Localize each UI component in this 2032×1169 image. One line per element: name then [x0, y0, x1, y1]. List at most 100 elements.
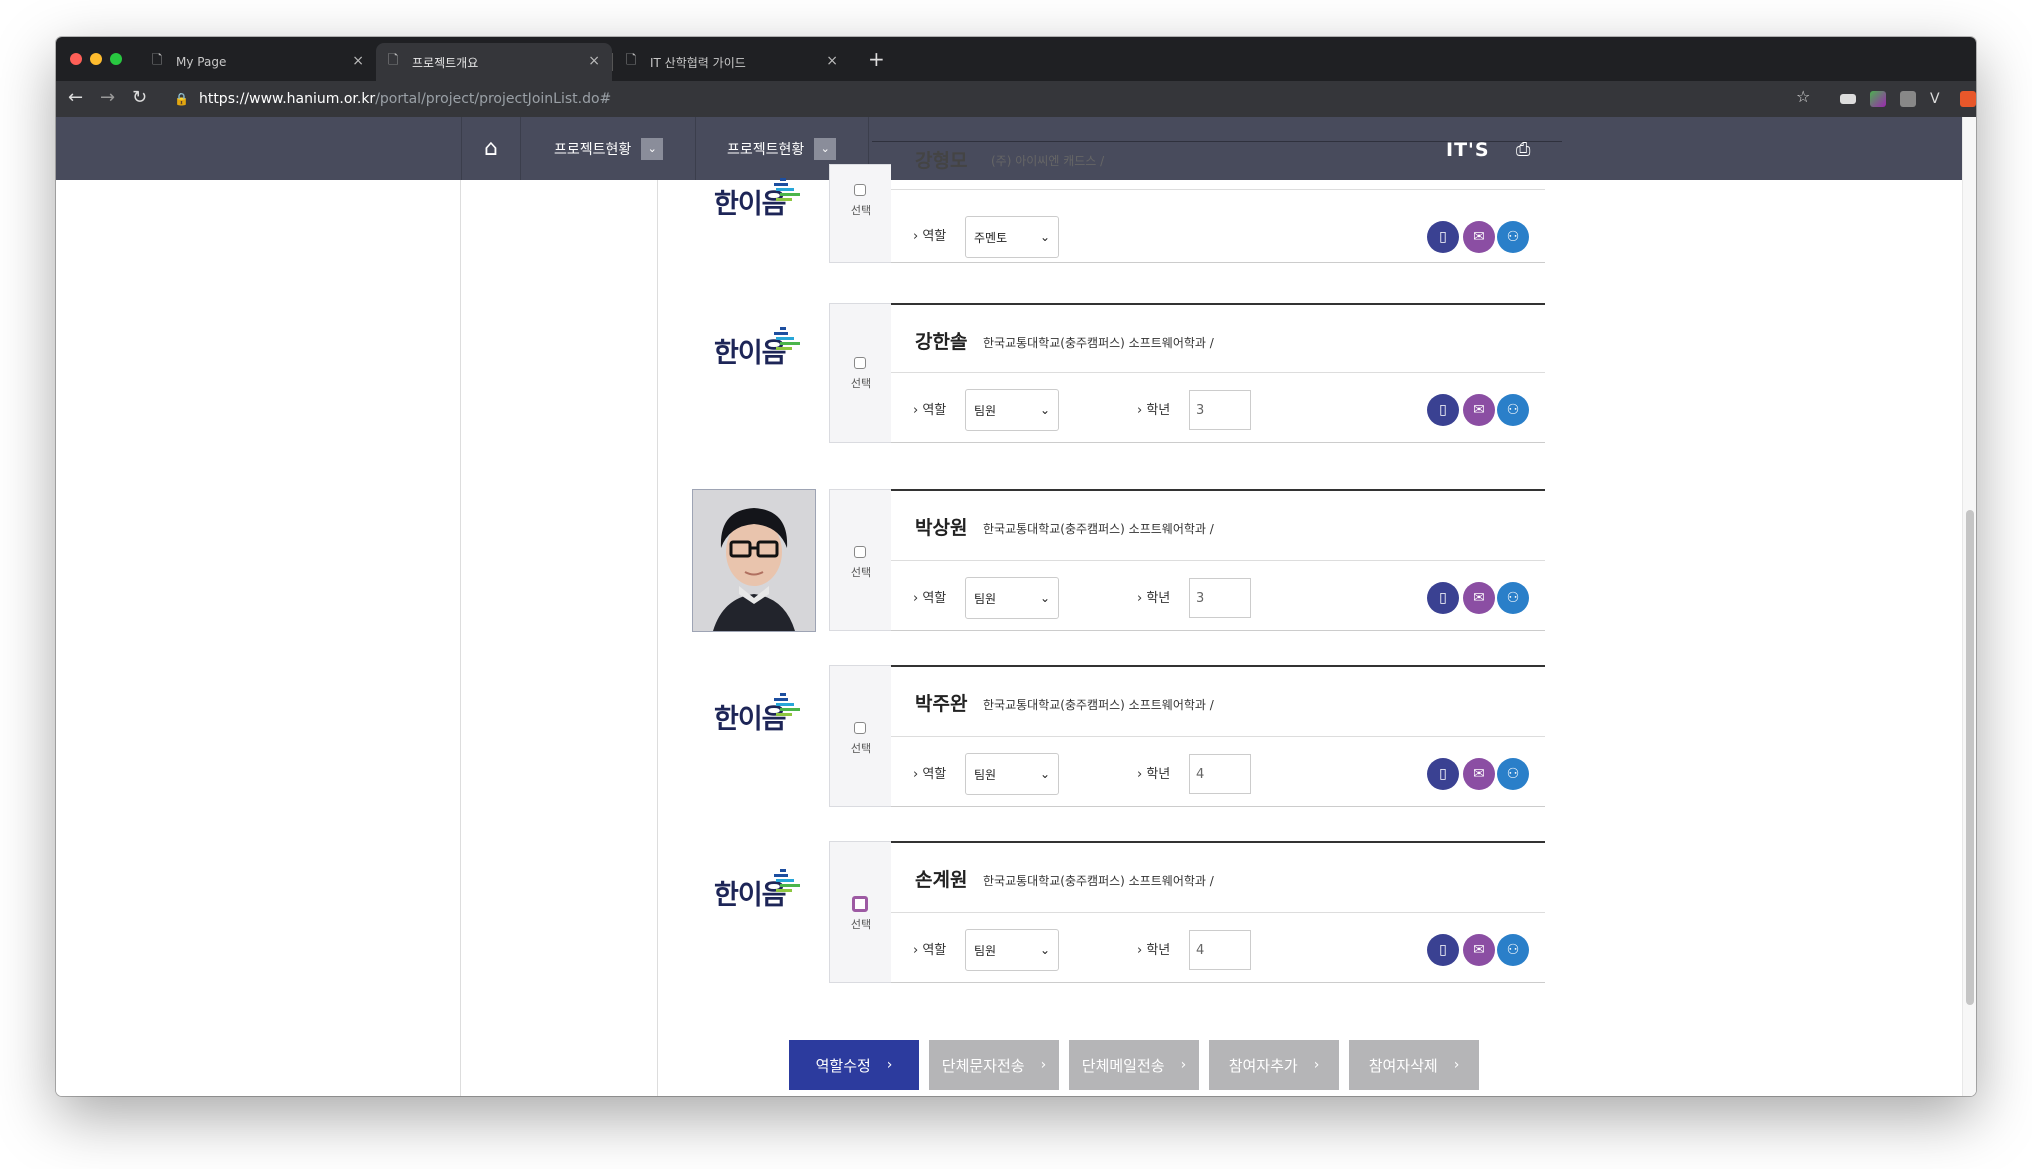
reload-icon[interactable]: ↻	[132, 87, 147, 108]
home-button[interactable]: ⌂	[461, 117, 521, 180]
tab-my-page[interactable]: 🗋 My Page ×	[140, 43, 376, 81]
profile-icon[interactable]: ⚇	[1497, 934, 1529, 966]
new-tab-button[interactable]: +	[868, 47, 885, 71]
page-scrollbar[interactable]	[1962, 117, 1976, 1096]
member-name: 박주완	[915, 693, 968, 715]
browser-window: 🗋 My Page × 🗋 프로젝트개요 × 🗋 IT 산학협력 가이드 × +…	[56, 37, 1976, 1096]
phone-icon[interactable]: ▯	[1427, 758, 1459, 790]
member-checkbox[interactable]	[854, 546, 866, 558]
button-label: 단체문자전송	[941, 1056, 1025, 1075]
member-checkbox[interactable]	[854, 722, 866, 734]
hanium-logo: 한이음	[714, 685, 810, 745]
tab-label: My Page	[176, 55, 227, 69]
member-school: 한국교통대학교(충주캠퍼스) 소프트웨어학과 /	[983, 698, 1214, 712]
hanium-logo: 한이음	[714, 170, 810, 230]
extension-icon[interactable]	[1960, 91, 1976, 107]
close-window-button[interactable]	[70, 53, 82, 65]
member-info: 강한솔 한국교통대학교(충주캠퍼스) 소프트웨어학과 / › 역할 팀원 ⌄ › …	[891, 303, 1545, 443]
mail-icon[interactable]: ✉	[1463, 934, 1495, 966]
member-info: 강형모 (주) 아이씨엔 캐드스 / › 역할 주멘토 ⌄ ▯ ✉ ⚇	[891, 144, 1545, 263]
button-label: 단체메일전송	[1081, 1056, 1165, 1075]
forward-icon[interactable]: →	[100, 87, 115, 108]
role-select[interactable]: 팀원 ⌄	[965, 753, 1059, 795]
grade-input[interactable]: 3	[1189, 390, 1251, 430]
select-column: 선택	[829, 164, 891, 263]
role-label: › 역할	[913, 229, 947, 244]
member-checkbox[interactable]	[854, 184, 866, 196]
header-menu-label: 프로젝트현황	[554, 141, 632, 158]
left-divider	[460, 180, 461, 1096]
edit-role-button[interactable]: 역할수정 ›	[789, 1040, 919, 1090]
url-path: /portal/project/projectJoinList.do#	[375, 91, 612, 107]
member-card: 한이음 선택 강형모 (주) 아이씨엔 캐드스 / › 역할 주멘토⌄ ▯ ✉	[692, 150, 1545, 306]
address-bar[interactable]: 🔒 https://www.hanium.or.kr /portal/proje…	[174, 86, 1714, 112]
phone-icon[interactable]: ▯	[1427, 394, 1459, 426]
window-controls	[70, 53, 122, 65]
member-name: 강한솔	[915, 331, 968, 353]
profile-icon[interactable]: ⚇	[1497, 758, 1529, 790]
chevron-down-icon: ⌄	[1039, 767, 1050, 781]
role-select[interactable]: 주멘토 ⌄	[965, 216, 1059, 258]
chevron-down-icon[interactable]: ⌄	[814, 137, 837, 160]
member-checkbox[interactable]	[852, 896, 868, 912]
chevron-down-icon[interactable]: ⌄	[641, 137, 664, 160]
chevron-down-icon: ⌄	[1039, 943, 1050, 957]
mail-icon[interactable]: ✉	[1463, 758, 1495, 790]
row-divider	[891, 372, 1545, 373]
close-tab-icon[interactable]: ×	[826, 53, 838, 69]
member-checkbox[interactable]	[854, 357, 866, 369]
member-card: 선택 박상원 한국교통대학교(충주캠퍼스) 소프트웨어학과 / › 역할 팀원 ⌄…	[692, 489, 1545, 632]
extension-icon[interactable]	[1840, 94, 1856, 104]
grade-input[interactable]: 4	[1189, 754, 1251, 794]
maximize-window-button[interactable]	[110, 53, 122, 65]
group-mail-button[interactable]: 단체메일전송 ›	[1069, 1040, 1199, 1090]
extension-icon[interactable]	[1870, 91, 1886, 107]
vue-extension-icon[interactable]: V	[1930, 91, 1946, 107]
member-name: 강형모	[915, 150, 968, 172]
mail-icon[interactable]: ✉	[1463, 394, 1495, 426]
group-sms-button[interactable]: 단체문자전송 ›	[929, 1040, 1059, 1090]
grade-input[interactable]: 4	[1189, 930, 1251, 970]
close-tab-icon[interactable]: ×	[588, 53, 600, 69]
minimize-window-button[interactable]	[90, 53, 102, 65]
bookmark-star-icon[interactable]: ☆	[1796, 87, 1810, 106]
tab-it-guide[interactable]: 🗋 IT 산학협력 가이드 ×	[614, 43, 850, 81]
grade-input[interactable]: 3	[1189, 578, 1251, 618]
main-content: 한이음 선택 강형모 (주) 아이씨엔 캐드스 / › 역할 주멘토⌄ ▯ ✉	[56, 150, 1976, 1096]
profile-icon[interactable]: ⚇	[1497, 582, 1529, 614]
tab-label: 프로젝트개요	[412, 55, 479, 70]
member-name: 손계원	[915, 869, 968, 891]
chevron-right-icon: ›	[1040, 1057, 1047, 1073]
delete-participant-button[interactable]: 참여자삭제 ›	[1349, 1040, 1479, 1090]
member-photo	[692, 489, 816, 632]
scrollbar-thumb[interactable]	[1966, 510, 1974, 1005]
back-icon[interactable]: ←	[68, 87, 83, 108]
tab-project-overview[interactable]: 🗋 프로젝트개요 ×	[376, 43, 612, 81]
select-label: 선택	[850, 918, 872, 931]
home-icon: ⌂	[484, 136, 498, 161]
member-name: 박상원	[915, 517, 968, 539]
header-menu-1[interactable]: 프로젝트현황 ⌄	[522, 117, 697, 180]
phone-icon[interactable]: ▯	[1427, 221, 1459, 253]
extension-icon[interactable]	[1900, 91, 1916, 107]
role-select[interactable]: 팀원 ⌄	[965, 577, 1059, 619]
select-label: 선택	[850, 204, 872, 217]
role-select[interactable]: 팀원 ⌄	[965, 389, 1059, 431]
profile-icon[interactable]: ⚇	[1497, 394, 1529, 426]
close-tab-icon[interactable]: ×	[352, 53, 364, 69]
member-info: 박상원 한국교통대학교(충주캠퍼스) 소프트웨어학과 / › 역할 팀원 ⌄ › …	[891, 489, 1545, 631]
left-divider	[657, 180, 658, 1096]
phone-icon[interactable]: ▯	[1427, 934, 1459, 966]
role-select[interactable]: 팀원 ⌄	[965, 929, 1059, 971]
add-participant-button[interactable]: 참여자추가 ›	[1209, 1040, 1339, 1090]
select-column: 선택	[829, 841, 891, 983]
chevron-right-icon: ›	[1313, 1057, 1320, 1073]
mail-icon[interactable]: ✉	[1463, 582, 1495, 614]
role-label: › 역할	[913, 591, 947, 606]
mail-icon[interactable]: ✉	[1463, 221, 1495, 253]
hanium-logo: 한이음	[714, 319, 810, 379]
select-label: 선택	[850, 566, 872, 579]
profile-icon[interactable]: ⚇	[1497, 221, 1529, 253]
phone-icon[interactable]: ▯	[1427, 582, 1459, 614]
lock-icon: 🔒	[174, 92, 189, 106]
